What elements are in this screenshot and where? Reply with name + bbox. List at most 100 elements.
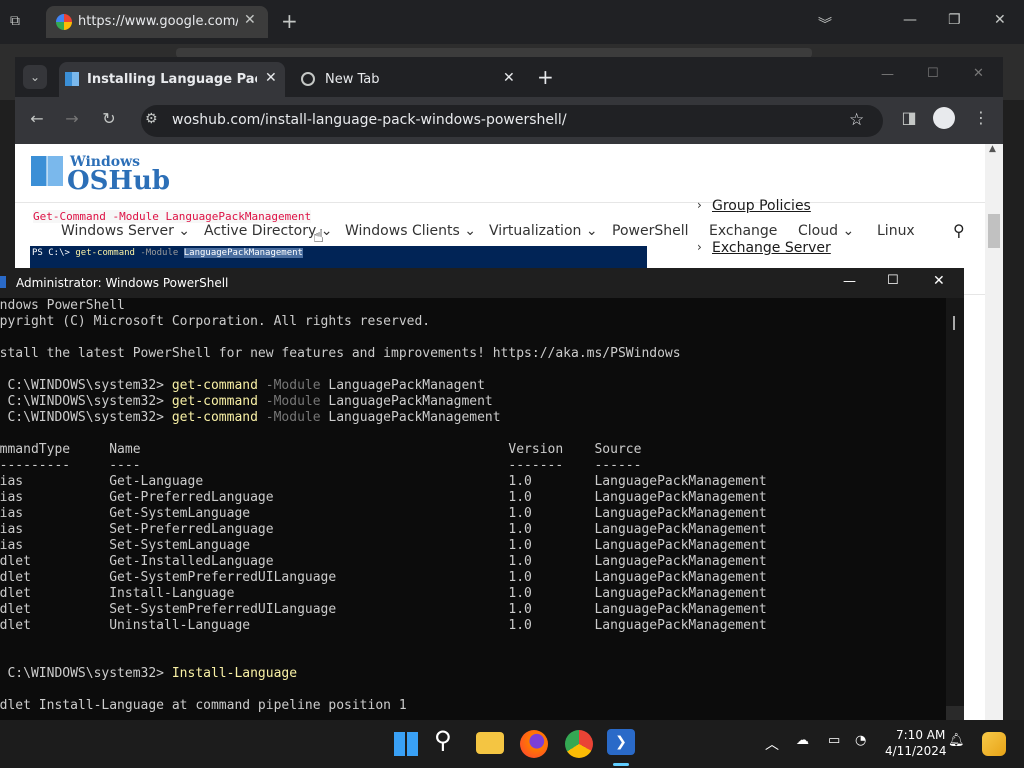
inner-tab-bar: ⌄ Installing Language Pack in W ✕ New Ta… [15,57,1003,97]
active-app-indicator [613,763,629,766]
google-icon [56,14,72,30]
table-row: Cmdlet Set-SystemPreferredUILanguage 1.0… [0,602,767,617]
tab-title: New Tab [325,72,380,87]
tab-search-icon[interactable]: ⧉ [10,13,28,31]
scroll-thumb[interactable] [953,316,955,330]
tab-installing-language-pack[interactable]: Installing Language Pack in W ✕ [59,62,285,97]
table-separator: ----------- ---- ------- ------ [0,458,642,473]
console-command-line: PS C:\WINDOWS\system32> get-command -Mod… [0,378,484,394]
powershell-console[interactable]: Windows PowerShell Copyright (C) Microso… [0,298,946,720]
nav-exchange[interactable]: Exchange [709,223,777,239]
notification-bell-icon[interactable]: 🔔︎ [948,733,965,748]
address-bar[interactable]: ⚙ woshub.com/install-language-pack-windo… [141,105,883,137]
prompt: PS C:\WINDOWS\system32> [0,410,172,425]
new-tab-button[interactable]: + [281,9,298,33]
nav-cloud[interactable]: Cloud ⌄ [798,223,854,239]
back-icon[interactable]: ← [25,109,49,128]
file-explorer-icon[interactable] [476,732,504,754]
bookmark-star-icon[interactable]: ☆ [849,110,864,130]
network-icon[interactable]: ◔ [855,733,866,748]
nav-label: Active Directory [204,223,317,239]
powershell-titlebar[interactable]: Administrator: Windows PowerShell — ☐ ✕ [0,268,964,298]
table-row: Cmdlet Get-SystemPreferredUILanguage 1.0… [0,570,767,585]
nav-label: Windows Clients [345,223,460,239]
close-window-icon[interactable]: ✕ [973,66,984,81]
firefox-icon[interactable] [520,730,548,758]
chevron-right-icon: › [697,240,702,254]
logo-oshub-text[interactable]: OSHub [67,166,170,196]
new-tab-button[interactable]: + [537,65,554,89]
page-scrollbar[interactable]: ▲ [985,144,1003,757]
powershell-icon [0,276,6,288]
close-window-icon[interactable]: ✕ [994,12,1006,28]
console-line: Copyright (C) Microsoft Corporation. All… [0,314,431,329]
dark-snippet-line: PS C:\> get-command -Module LanguagePack… [32,248,303,258]
tab-list-chevron-icon[interactable]: ︾ [818,14,832,34]
table-row: Alias Set-SystemLanguage 1.0 LanguagePac… [0,538,767,553]
onedrive-off-icon[interactable]: ☁ [796,733,809,748]
nav-windows-server[interactable]: Windows Server ⌄ [61,223,190,239]
close-icon[interactable]: ✕ [265,70,277,86]
search-icon[interactable]: ⚲ [953,221,965,240]
scroll-thumb[interactable] [988,214,1000,248]
nav-virtualization[interactable]: Virtualization ⌄ [489,223,598,239]
cmd: get-command [171,410,258,425]
side-link-exchange-server[interactable]: Exchange Server [712,240,831,256]
tab-search-icon[interactable]: ⌄ [23,65,47,89]
chevron-up-icon[interactable]: ︿ [765,734,779,754]
table-row: Alias Get-SystemLanguage 1.0 LanguagePac… [0,506,767,521]
tab-new-tab[interactable]: New Tab ✕ [293,62,525,97]
nav-windows-clients[interactable]: Windows Clients ⌄ [345,223,476,239]
prompt: PS C:\WINDOWS\system32> [0,394,172,409]
console-command-line: PS C:\WINDOWS\system32> Install-Language [0,666,297,682]
close-icon[interactable]: ✕ [503,70,515,86]
table-row: Cmdlet Install-Language 1.0 LanguagePack… [0,586,767,601]
copilot-icon[interactable] [982,732,1006,756]
restore-icon[interactable]: ❐ [948,12,961,28]
side-panel-icon[interactable]: ◨ [897,108,921,127]
dark-prompt: PS C:\> [32,248,76,258]
nav-linux[interactable]: Linux [877,223,915,239]
chrome-icon [301,72,315,86]
outer-tab-google[interactable]: https://www.google.com/sear ✕ [46,6,268,38]
scroll-up-icon[interactable]: ▲ [989,144,996,154]
chrome-icon[interactable] [565,730,593,758]
reload-icon[interactable]: ↻ [97,109,121,128]
console-command-line: PS C:\WINDOWS\system32> get-command -Mod… [0,410,500,426]
close-icon[interactable]: ✕ [244,12,256,28]
forward-icon[interactable]: → [60,109,84,128]
table-row: Alias Get-Language 1.0 LanguagePackManag… [0,474,767,489]
console-line: Install the latest PowerShell for new fe… [0,346,681,361]
site-info-icon[interactable]: ⚙ [145,111,158,127]
console-line: cmdlet Install-Language at command pipel… [0,698,407,713]
dark-param: -Module [134,248,184,258]
scroll-down-area[interactable] [946,706,964,720]
clock-date[interactable]: 4/11/2024 [885,744,947,758]
minimize-icon[interactable]: — [843,274,856,289]
prompt: PS C:\WINDOWS\system32> [0,666,172,681]
close-window-icon[interactable]: ✕ [933,273,945,289]
side-link-group-policies[interactable]: Group Policies [712,198,811,214]
console-scrollbar[interactable] [946,298,964,720]
woshub-favicon-icon [65,72,79,86]
mouse-cursor-icon: ☝ [313,226,324,247]
maximize-icon[interactable]: ☐ [927,66,939,81]
table-row: Cmdlet Get-InstalledLanguage 1.0 Languag… [0,554,767,569]
arg: LanguagePackManagment [328,394,493,409]
minimize-icon[interactable]: — [881,67,894,82]
nav-powershell[interactable]: PowerShell [612,223,688,239]
profile-avatar-icon[interactable] [933,107,955,129]
cmd: get-command [171,378,258,393]
powershell-title: Administrator: Windows PowerShell [16,276,229,290]
maximize-icon[interactable]: ☐ [887,273,899,288]
clock-time[interactable]: 7:10 AM [896,728,945,742]
powershell-taskbar-icon[interactable]: ❯ [607,729,635,755]
address-url: woshub.com/install-language-pack-windows… [172,112,567,128]
outer-tab-title: https://www.google.com/sear [78,14,238,29]
windows-start-icon[interactable] [394,732,418,756]
display-icon[interactable]: ▭ [828,733,840,748]
search-icon[interactable]: ⚲ [434,726,452,754]
console-command-line: PS C:\WINDOWS\system32> get-command -Mod… [0,394,493,410]
menu-kebab-icon[interactable]: ⋮ [969,108,993,127]
minimize-icon[interactable]: — [903,12,917,28]
